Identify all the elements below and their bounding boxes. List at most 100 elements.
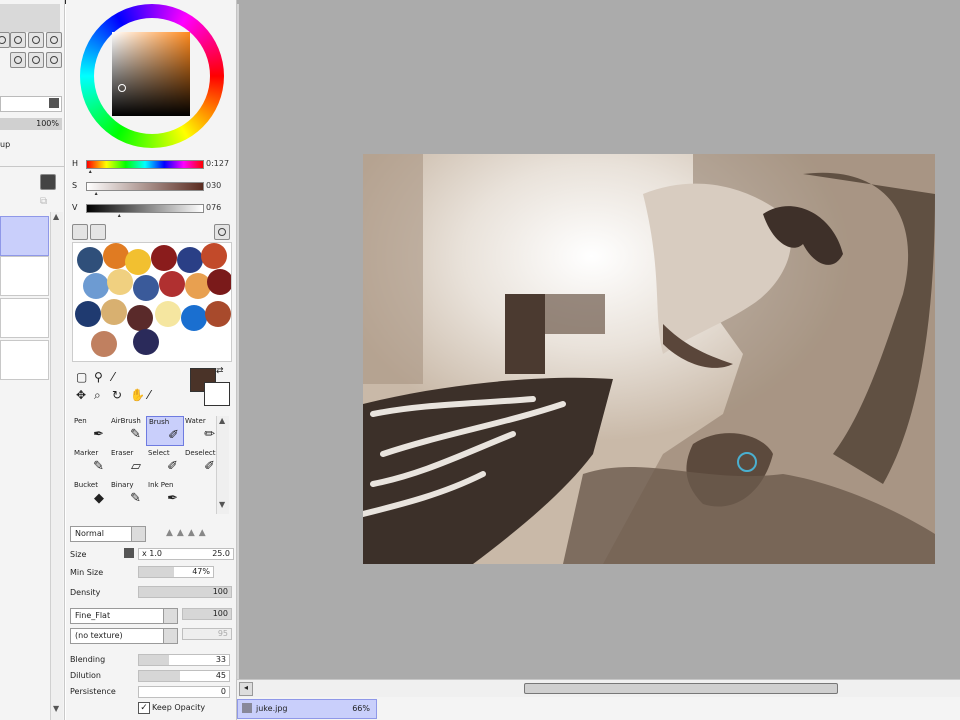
layer-settings-button[interactable] (46, 52, 62, 68)
mix-slider-persistence[interactable]: 0 (138, 686, 230, 698)
merge-icon (14, 56, 22, 64)
brush-blend-mode-select[interactable]: Normal (70, 526, 146, 542)
tool-bucket[interactable]: Bucket ◆ (72, 480, 108, 508)
paint-blob[interactable] (75, 301, 101, 327)
hsv-marker[interactable]: ▴ (95, 190, 98, 197)
scroll-up-icon[interactable]: ▲ (53, 212, 59, 221)
hsv-slider-h[interactable] (86, 160, 204, 169)
layer-opacity-slider[interactable]: 100% (0, 118, 62, 130)
tool-ink-pen[interactable]: Ink Pen ✒ (146, 480, 182, 508)
water-brush-icon: ✏ (204, 427, 215, 442)
color-scratchpad[interactable] (72, 242, 232, 362)
brush-icon: ✐ (168, 428, 179, 443)
paint-blob[interactable] (127, 305, 153, 331)
clear-layer-button[interactable] (28, 52, 44, 68)
density-slider[interactable]: 100 (138, 586, 232, 598)
tool-brush[interactable]: Brush ✐ (146, 416, 184, 446)
size-lock-icon[interactable] (124, 548, 134, 558)
paint-blob[interactable] (181, 305, 207, 331)
painting-canvas[interactable] (363, 154, 935, 564)
min-size-slider[interactable]: 47% (138, 566, 214, 578)
size-slider[interactable]: x 1.0 25.0 (138, 548, 234, 560)
texture-strength-slider[interactable]: 95 (182, 628, 232, 640)
paint-blob[interactable] (133, 275, 159, 301)
saturation-value-square[interactable] (112, 32, 190, 116)
move-icon[interactable]: ✥ (76, 388, 86, 402)
layer-row[interactable] (0, 298, 49, 338)
lasso-icon[interactable]: ⚲ (94, 370, 103, 384)
swatch-toggle[interactable] (90, 224, 106, 240)
hand-icon[interactable]: ✋ (130, 388, 145, 402)
swap-colors-icon[interactable]: ⇄ (216, 366, 224, 376)
paint-blob[interactable] (177, 247, 203, 273)
size-label: Size (70, 550, 87, 559)
color-mixer-toggle[interactable] (72, 224, 88, 240)
color-wheel[interactable] (80, 4, 224, 148)
tool-water[interactable]: Water ✏ (183, 416, 219, 444)
paint-blob[interactable] (155, 301, 181, 327)
delete-layer-button[interactable] (46, 32, 62, 48)
color-picker-cursor[interactable] (118, 84, 126, 92)
paint-blob[interactable] (159, 271, 185, 297)
mix-slider-dilution[interactable]: 45 (138, 670, 230, 682)
tool-label: Bucket (74, 481, 98, 489)
shape-strength-slider[interactable]: 100 (182, 608, 232, 620)
tool-marker[interactable]: Marker ✎ (72, 448, 108, 476)
paint-blob[interactable] (201, 243, 227, 269)
hsv-slider-s[interactable] (86, 182, 204, 191)
tool-select[interactable]: Select ✐ (146, 448, 182, 476)
tool-binary[interactable]: Binary ✎ (109, 480, 145, 508)
tool-deselect[interactable]: Deselect ✐ (183, 448, 219, 476)
eyedropper-icon[interactable]: ⁄ (148, 388, 150, 402)
paint-blob[interactable] (101, 299, 127, 325)
paint-blob[interactable] (205, 301, 231, 327)
scratchpad-settings-button[interactable] (214, 224, 230, 240)
paint-blob[interactable] (207, 269, 231, 295)
hsv-marker[interactable]: ▴ (89, 168, 92, 175)
paint-blob[interactable] (107, 269, 133, 295)
document-tab[interactable]: juke.jpg 66% (237, 699, 377, 719)
layer-lock-icon[interactable]: ⧉ (40, 196, 52, 208)
merge-layer-button[interactable] (10, 52, 26, 68)
texture-select[interactable]: (no texture) (70, 628, 178, 644)
copy-layer-button[interactable] (28, 32, 44, 48)
tool-eraser[interactable]: Eraser ▱ (109, 448, 145, 476)
blend-mode-select[interactable] (0, 96, 62, 112)
scroll-left-icon[interactable]: ◂ (239, 682, 253, 696)
layer-list-scrollbar[interactable]: ▲ ▼ (50, 212, 63, 720)
paint-blob[interactable] (77, 247, 103, 273)
tool-pen[interactable]: Pen ✒ (72, 416, 108, 444)
keep-opacity-checkbox[interactable]: ✓ (138, 702, 150, 714)
new-folder-button[interactable] (10, 32, 26, 48)
horizontal-scrollbar[interactable]: ◂ (237, 679, 960, 697)
magic-wand-icon[interactable]: ⁄ (112, 370, 114, 384)
paint-blob[interactable] (151, 245, 177, 271)
density-value: 100 (212, 587, 228, 596)
scroll-down-icon[interactable]: ▼ (219, 500, 225, 509)
paint-blob[interactable] (83, 273, 109, 299)
paint-blob[interactable] (125, 249, 151, 275)
paint-blob[interactable] (91, 331, 117, 357)
layer-row[interactable] (0, 216, 49, 256)
layer-row[interactable] (0, 340, 49, 380)
mix-value: 0 (220, 687, 226, 696)
scroll-down-icon[interactable]: ▼ (53, 704, 59, 713)
hsv-marker[interactable]: ▴ (118, 212, 121, 219)
paint-blob[interactable] (133, 329, 159, 355)
rotate-icon[interactable]: ↻ (112, 388, 122, 402)
brush-tip-shapes[interactable]: ▲▲▲▲ (166, 528, 210, 538)
rect-select-icon[interactable]: ▢ (76, 370, 87, 384)
zoom-icon[interactable]: ⌕ (94, 388, 101, 403)
hsv-label-h: H (72, 159, 79, 168)
secondary-color-swatch[interactable] (204, 382, 230, 406)
layer-visibility-toggle[interactable] (40, 174, 56, 190)
horizontal-scroll-thumb[interactable] (524, 683, 838, 694)
hsv-slider-v[interactable] (86, 204, 204, 213)
new-layer-button[interactable] (0, 32, 10, 48)
mix-slider-blending[interactable]: 33 (138, 654, 230, 666)
tool-grid-scrollbar[interactable]: ▲ ▼ (216, 416, 229, 514)
tool-airbrush[interactable]: AirBrush ✎ (109, 416, 145, 444)
brush-shape-select[interactable]: Fine_Flat (70, 608, 178, 624)
layer-row[interactable] (0, 256, 49, 296)
scroll-up-icon[interactable]: ▲ (219, 416, 225, 425)
